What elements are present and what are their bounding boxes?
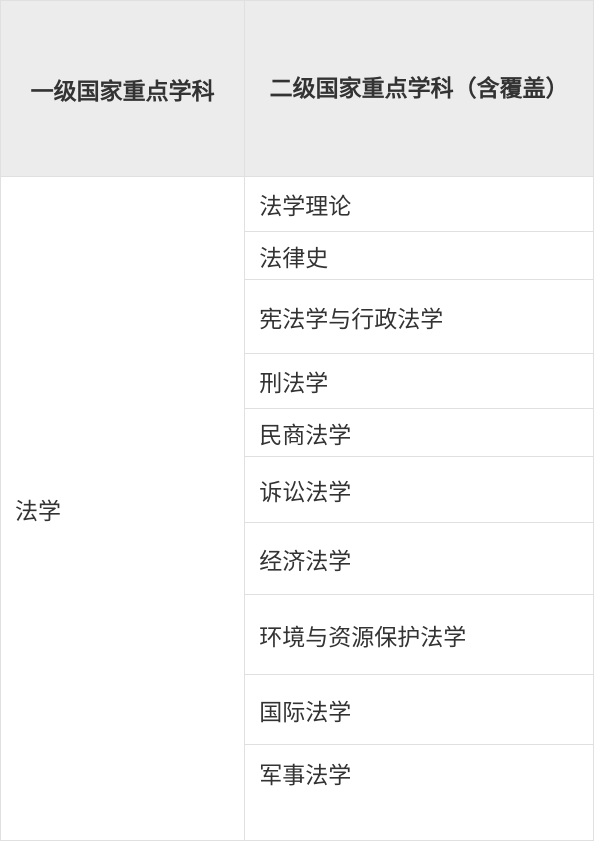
table-row: 经济法学 (245, 522, 593, 594)
table-row: 法学理论 (245, 176, 593, 231)
header-primary-discipline: 一级国家重点学科 (1, 1, 245, 176)
table-row: 军事法学 (245, 744, 593, 800)
header-secondary-discipline: 二级国家重点学科（含覆盖） (245, 1, 593, 176)
table-row: 环境与资源保护法学 (245, 594, 593, 674)
table-row: 法律史 (245, 231, 593, 279)
table-header-row: 一级国家重点学科 二级国家重点学科（含覆盖） (1, 1, 593, 176)
disciplines-table: 一级国家重点学科 二级国家重点学科（含覆盖） 法学 法学理论 法律史 宪法学与行… (0, 0, 594, 841)
primary-discipline-cell: 法学 (1, 176, 245, 840)
table-row: 国际法学 (245, 674, 593, 744)
table-body: 法学 法学理论 法律史 宪法学与行政法学 刑法学 民商法学 诉讼法学 经济法学 … (1, 176, 593, 840)
table-row: 宪法学与行政法学 (245, 279, 593, 353)
secondary-discipline-column: 法学理论 法律史 宪法学与行政法学 刑法学 民商法学 诉讼法学 经济法学 环境与… (245, 176, 593, 840)
table-row: 诉讼法学 (245, 456, 593, 522)
table-row: 刑法学 (245, 353, 593, 408)
table-row: 民商法学 (245, 408, 593, 456)
